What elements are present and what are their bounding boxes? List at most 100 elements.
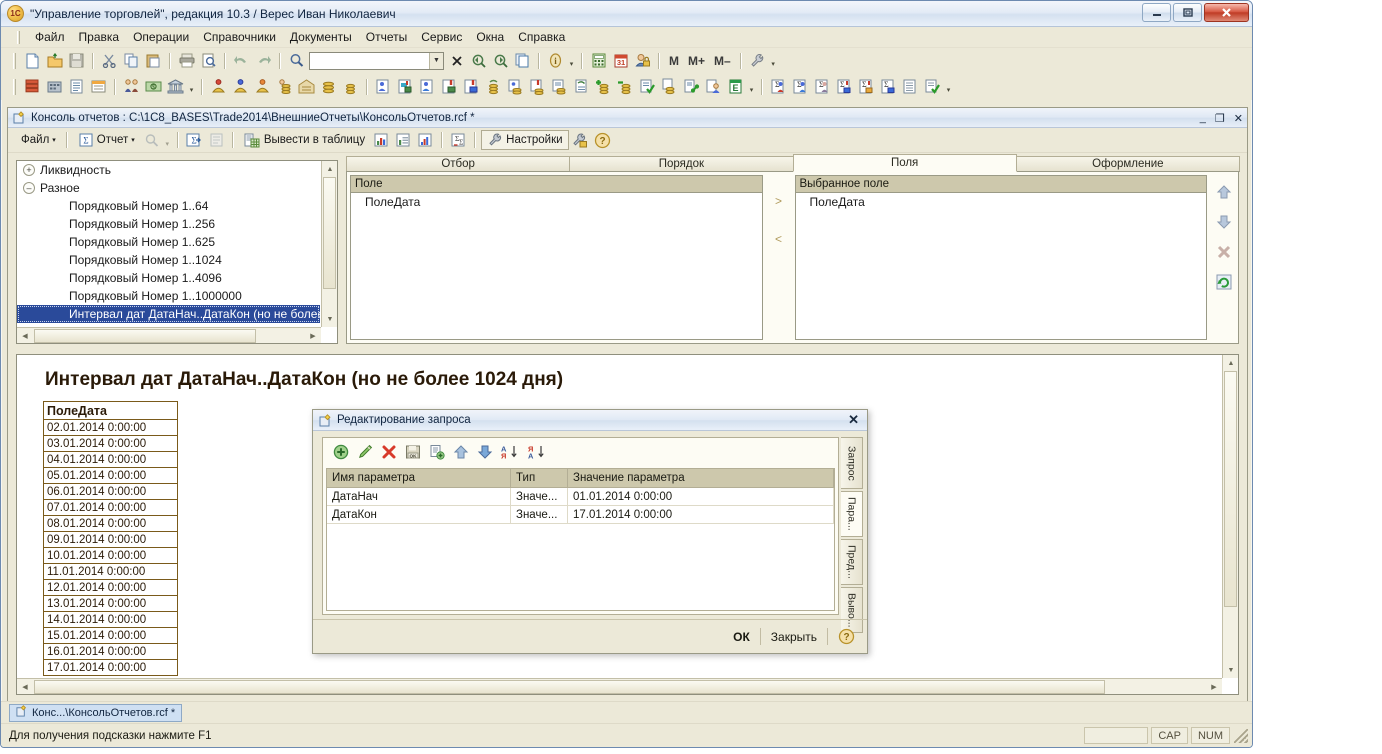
delete-x-icon[interactable] — [1214, 241, 1235, 262]
buyer-orange-icon[interactable] — [252, 76, 273, 97]
menu-item-edit[interactable]: Правка — [72, 28, 127, 46]
shipment-alt-icon[interactable] — [461, 76, 482, 97]
invoice-icon[interactable] — [417, 76, 438, 97]
sum-report-blue-icon[interactable]: Σ — [768, 76, 789, 97]
save-ok-icon[interactable]: OK — [402, 442, 423, 463]
save-icon[interactable] — [66, 50, 87, 71]
child-minimize-button[interactable]: _ — [1200, 112, 1206, 124]
execute-query-icon[interactable]: Σ — [184, 130, 205, 151]
print-preview-icon[interactable] — [198, 50, 219, 71]
organization-icon[interactable] — [44, 76, 65, 97]
dialog-close-button[interactable]: ✕ — [848, 413, 859, 426]
tree-node-seq-1024[interactable]: Порядковый Номер 1..1024 — [17, 251, 320, 269]
sum-shipment-blue-icon[interactable]: Σ — [878, 76, 899, 97]
memory-subtract-button[interactable]: M– — [710, 54, 735, 68]
list-item[interactable]: ПолеДата — [351, 193, 762, 211]
vtab-query[interactable]: Запрос — [841, 437, 863, 489]
remove-coins-icon[interactable] — [615, 76, 636, 97]
coins-small-icon[interactable] — [340, 76, 361, 97]
scroll-right-icon[interactable]: ▶ — [1206, 679, 1222, 695]
redo-icon[interactable] — [253, 50, 274, 71]
add-coins-icon[interactable] — [593, 76, 614, 97]
settings-wrench-icon[interactable] — [747, 50, 768, 71]
delete-red-x-icon[interactable] — [378, 442, 399, 463]
report-hscroll-thumb[interactable] — [34, 679, 1105, 694]
menu-grip[interactable] — [17, 30, 20, 44]
sum-totals-icon[interactable]: ΣΣ — [448, 130, 469, 151]
menu-item-windows[interactable]: Окна — [469, 28, 511, 46]
cell-param-type[interactable]: Значе... — [511, 488, 568, 505]
maximize-button[interactable] — [1173, 3, 1202, 22]
vtab-parameters[interactable]: Пара... — [841, 491, 863, 537]
reports-dropdown-caret-icon[interactable]: ▾ — [944, 76, 953, 97]
tab-formatting[interactable]: Оформление — [1015, 156, 1240, 172]
coins-stack-icon[interactable] — [318, 76, 339, 97]
resize-grip[interactable] — [1234, 728, 1248, 743]
chart-bar-icon[interactable] — [371, 130, 392, 151]
catalog-stack-icon[interactable] — [22, 76, 43, 97]
menu-item-reports[interactable]: Отчеты — [359, 28, 414, 46]
sum-shipment-red-icon[interactable]: Σ — [856, 76, 877, 97]
find-prev-icon[interactable] — [490, 50, 511, 71]
list-item[interactable]: ПолеДата — [796, 193, 1207, 211]
duplicate-icon[interactable] — [512, 50, 533, 71]
scroll-up-icon[interactable]: ▲ — [322, 161, 337, 177]
tree-hscroll-thumb[interactable] — [34, 328, 256, 343]
approve-doc-icon[interactable] — [637, 76, 658, 97]
move-right-icon[interactable]: > — [775, 194, 782, 208]
scroll-down-icon[interactable]: ▼ — [1223, 662, 1238, 678]
tree-horizontal-scrollbar[interactable]: ◀ ▶ — [17, 327, 321, 343]
close-button[interactable] — [1204, 3, 1249, 22]
move-left-icon[interactable]: < — [775, 232, 782, 246]
buyer-red-icon[interactable] — [208, 76, 229, 97]
menu-item-operations[interactable]: Операции — [126, 28, 196, 46]
report-vscroll-thumb[interactable] — [1224, 371, 1237, 607]
cell-param-name[interactable]: ДатаНач — [327, 488, 511, 505]
arrow-down-icon[interactable] — [1214, 211, 1235, 232]
console-report-menu-button[interactable]: Σ Отчет ▾ — [73, 130, 140, 150]
report-check-icon[interactable] — [922, 76, 943, 97]
edit-pencil-icon[interactable] — [354, 442, 375, 463]
order-doc-icon[interactable] — [373, 76, 394, 97]
output-to-table-button[interactable]: Вывести в таблицу — [239, 130, 370, 150]
docs-dropdown-caret-icon[interactable]: ▾ — [747, 76, 756, 97]
journal-icon[interactable] — [88, 76, 109, 97]
taskbar-item-console[interactable]: Конс...\КонсольОтчетов.rcf * — [9, 703, 183, 722]
search-input[interactable]: ▼ — [309, 51, 444, 70]
sum-report-icon[interactable]: Σ — [790, 76, 811, 97]
money-transfer-icon[interactable] — [483, 76, 504, 97]
tree-node-seq-64[interactable]: Порядковый Номер 1..64 — [17, 197, 320, 215]
cell-param-name[interactable]: ДатаКон — [327, 506, 511, 523]
vtab-preview[interactable]: Пред... — [841, 539, 863, 585]
tree-node-seq-4096[interactable]: Порядковый Номер 1..4096 — [17, 269, 320, 287]
memory-recall-button[interactable]: M — [665, 54, 683, 68]
info-icon[interactable]: i — [545, 50, 566, 71]
refresh-icon[interactable] — [1214, 271, 1235, 292]
tree-node-liquidity[interactable]: + Ликвидность — [17, 161, 320, 179]
console-file-menu-button[interactable]: Файл ▾ — [16, 130, 61, 150]
scroll-left-icon[interactable]: ◀ — [17, 679, 33, 695]
chevron-down-icon[interactable]: ▼ — [429, 52, 443, 69]
tab-filter[interactable]: Отбор — [346, 156, 571, 172]
child-restore-button[interactable]: ❐ — [1215, 112, 1225, 125]
find-next-icon[interactable] — [468, 50, 489, 71]
user-lock-icon[interactable] — [632, 50, 653, 71]
child-close-button[interactable]: ✕ — [1234, 112, 1243, 125]
scroll-left-icon[interactable]: ◀ — [17, 328, 33, 344]
tree-node-misc[interactable]: – Разное — [17, 179, 320, 197]
calculator-icon[interactable] — [588, 50, 609, 71]
run-dropdown-caret-icon[interactable]: ▾ — [163, 130, 172, 151]
toolbar-grip-2[interactable] — [13, 78, 16, 95]
tree-node-date-interval[interactable]: Интервал дат ДатаНач..ДатаКон (но не бол… — [17, 305, 320, 323]
sum-report-person-icon[interactable]: Σ — [812, 76, 833, 97]
tab-fields[interactable]: Поля — [792, 154, 1017, 172]
sort-desc-icon[interactable]: ЯА — [525, 442, 549, 463]
tab-order[interactable]: Порядок — [569, 156, 794, 172]
report-horizontal-scrollbar[interactable]: ◀ ▶ — [17, 678, 1222, 694]
undo-icon[interactable] — [231, 50, 252, 71]
settings-button[interactable]: Настройки — [481, 130, 569, 150]
available-fields-list[interactable]: Поле ПолеДата — [350, 175, 763, 340]
settings-dropdown-caret-icon[interactable]: ▾ — [769, 50, 778, 71]
scroll-right-icon[interactable]: ▶ — [305, 328, 321, 344]
refresh-doc-icon[interactable] — [571, 76, 592, 97]
